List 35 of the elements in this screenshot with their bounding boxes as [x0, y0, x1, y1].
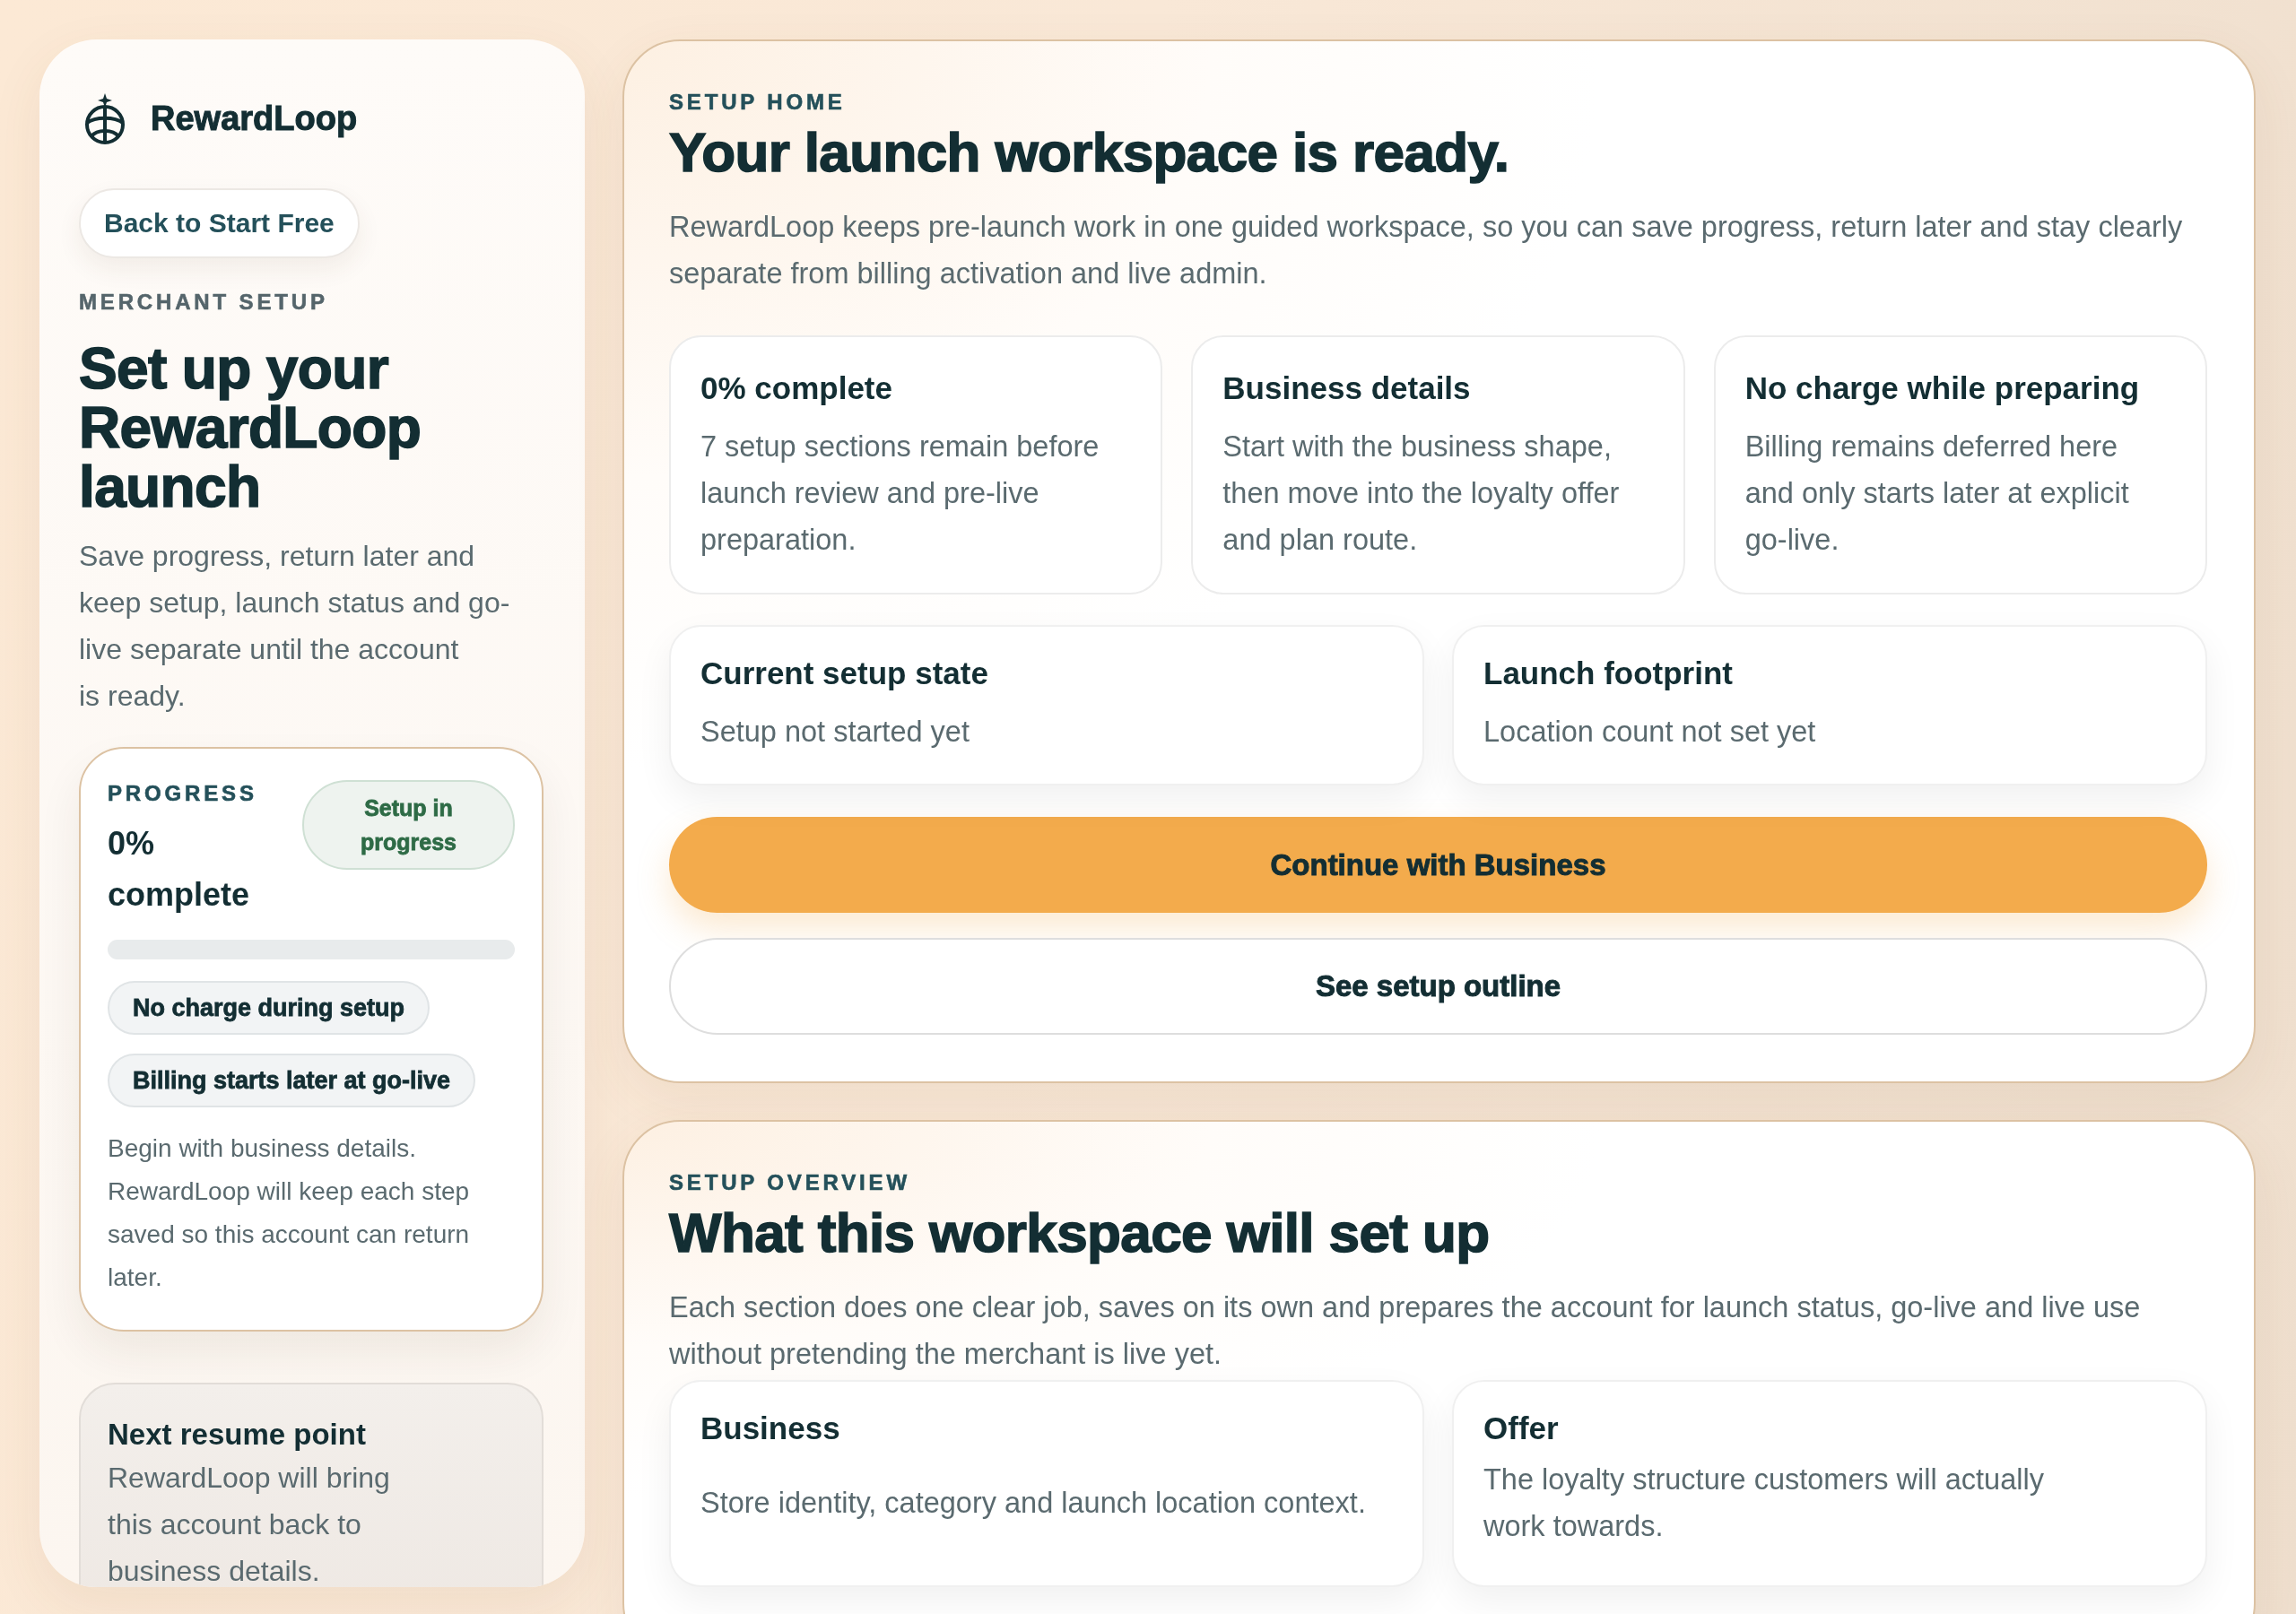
progress-note: Begin with business details. RewardLoop will keep each step saved so this account can return later. — [108, 1133, 471, 1293]
back-button[interactable]: Back to Start Free — [79, 188, 360, 258]
card-title: Offer — [1483, 1410, 1560, 1447]
intro-text: Save progress, return later and keep setup, launch status and go-live separate until the account is ready. — [79, 539, 511, 714]
progress-label: PROGRESS — [108, 780, 258, 807]
page-heading: Set up your RewardLoop launch — [79, 339, 422, 516]
status-badge: Setup in progress — [302, 780, 515, 870]
section-heading: What this workspace will set up — [669, 1202, 1491, 1264]
card-text: Location count not set yet — [1483, 715, 1817, 750]
continue-button[interactable]: Continue with Business — [669, 817, 2207, 913]
card-title: Launch footprint — [1483, 655, 1734, 692]
section-eyebrow: SETUP OVERVIEW — [669, 1169, 911, 1196]
progress-value: 0% complete — [108, 824, 251, 915]
card-title: 0% complete — [700, 369, 893, 407]
outline-button[interactable]: See setup outline — [669, 938, 2207, 1035]
card-text: Billing remains deferred here and only starts later at explicit go-live. — [1744, 430, 2130, 558]
section-eyebrow: SETUP HOME — [669, 89, 847, 116]
brand-name: RewardLoop — [151, 99, 358, 138]
section-heading: Your launch workspace is ready. — [669, 121, 1510, 184]
resume-title: Next resume point — [108, 1417, 367, 1453]
card-title: Business — [700, 1410, 841, 1447]
section-description: RewardLoop keeps pre-launch work in one guided workspace, so you can save progress, return later and stay clearly separate from billing activation and live admin. — [669, 210, 2184, 291]
info-tag: No charge during setup — [108, 981, 430, 1035]
card-text: Store identity, category and launch location context. — [700, 1485, 1366, 1521]
card-text: 7 setup sections remain before launch review and pre-live preparation. — [700, 430, 1100, 558]
resume-text: RewardLoop will bring this account back to business details. — [108, 1461, 391, 1587]
card-text: The loyalty structure customers will actually work towards. — [1483, 1462, 2045, 1544]
info-tag: Billing starts later at go-live — [108, 1054, 476, 1107]
section-description: Each section does one clear job, saves on its own and prepares the account for launch status, go-live and live use without pretending the merchant is live yet. — [669, 1290, 2142, 1372]
card-text: Setup not started yet — [700, 715, 970, 750]
card-title: No charge while preparing — [1744, 369, 2141, 407]
section-eyebrow: MERCHANT SETUP — [79, 289, 328, 316]
card-title: Business details — [1222, 369, 1472, 407]
card-text: Start with the business shape, then move into the loyalty offer and plan route. — [1222, 430, 1621, 558]
card-title: Current setup state — [700, 655, 989, 692]
